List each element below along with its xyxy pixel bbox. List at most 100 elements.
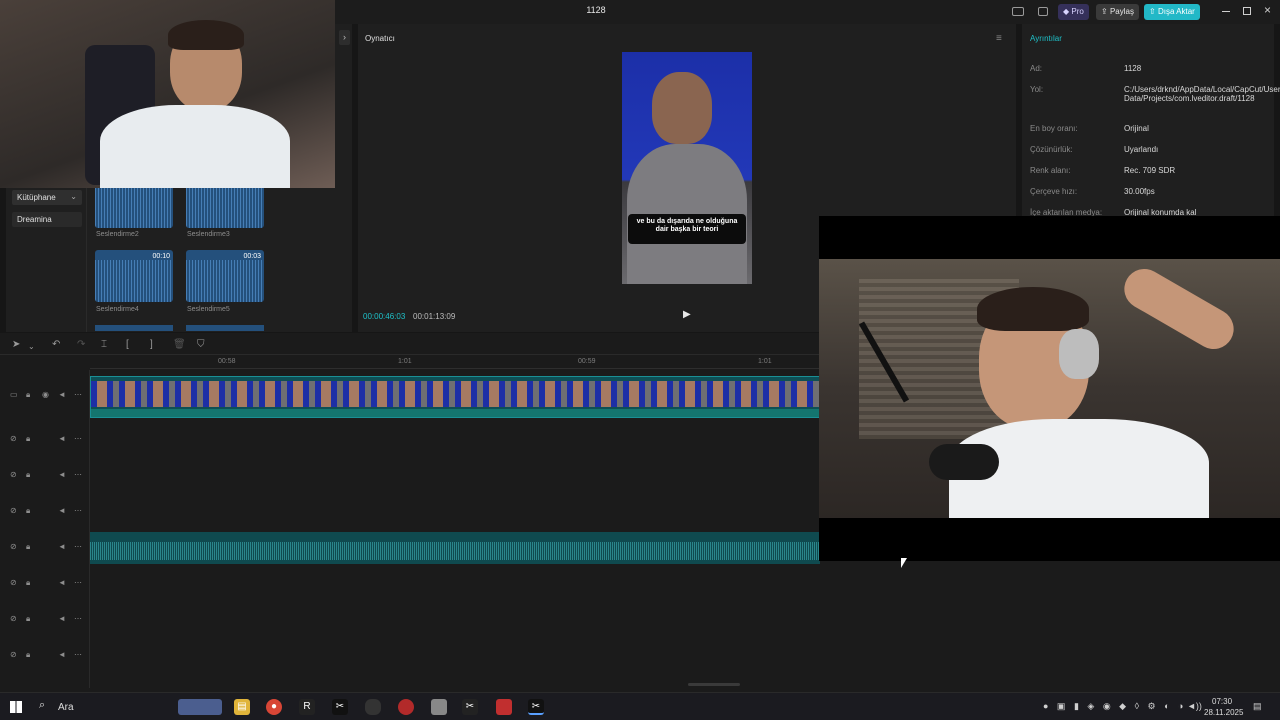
- media-name: Seslendirme5: [187, 306, 230, 313]
- capcut-alt-icon[interactable]: ✂: [462, 699, 478, 715]
- upload-icon: ⇧: [1149, 7, 1156, 16]
- sidebar-item-dreamina[interactable]: Dreamina: [12, 212, 82, 227]
- lock-icon[interactable]: 🔒︎: [26, 390, 30, 400]
- trim-left-icon[interactable]: [: [126, 339, 129, 350]
- undo-icon[interactable]: ↶: [52, 339, 60, 350]
- timeline-scrollbar[interactable]: [688, 683, 740, 686]
- chrome-icon[interactable]: ●: [266, 699, 282, 715]
- notification-icon[interactable]: ▤: [1253, 701, 1262, 712]
- track-header: ⊘ 🔒︎ ◄ ⋯: [6, 614, 90, 628]
- webcam-overlay-small: [0, 0, 335, 188]
- delete-icon[interactable]: 🗑: [173, 339, 186, 350]
- file-explorer-icon[interactable]: ▤: [234, 699, 250, 715]
- media-grid-divider: [86, 184, 87, 332]
- audio-icon[interactable]: ◄: [58, 470, 66, 479]
- volume-icon[interactable]: ◄)): [1187, 701, 1202, 711]
- more-icon[interactable]: ⋯: [74, 390, 82, 399]
- person-arm: [1117, 261, 1241, 357]
- lock-icon[interactable]: 🔒︎: [26, 614, 30, 624]
- close-icon[interactable]: ×: [1264, 3, 1271, 17]
- track-off-icon[interactable]: ⊘: [10, 434, 17, 443]
- share-button[interactable]: ⇪ Paylaş: [1096, 4, 1139, 20]
- audio-icon[interactable]: ◄: [58, 614, 66, 623]
- video-clip[interactable]: [90, 376, 820, 418]
- mouse-app-icon[interactable]: [365, 699, 381, 715]
- track-off-icon[interactable]: ⊘: [10, 578, 17, 587]
- taskbar-search[interactable]: Ara: [58, 702, 74, 713]
- taskbar: ⌕ Ara ▤ ● R ✂ ✂ ✂ ● ▣ ▮ ◈ ◉ ◆ ◊ ⚙ ◐ ◑ ◄)…: [0, 692, 1280, 720]
- more-icon[interactable]: ⋯: [74, 506, 82, 515]
- media-name: Seslendirme4: [96, 306, 139, 313]
- track-off-icon[interactable]: ⊘: [10, 614, 17, 623]
- search-icon[interactable]: ⌕: [39, 699, 45, 712]
- audio-icon[interactable]: ◄: [58, 650, 66, 659]
- lock-icon[interactable]: 🔒︎: [26, 578, 30, 588]
- webcam-overlay-large: [819, 216, 1280, 561]
- pro-button[interactable]: ◆ Pro: [1058, 4, 1089, 20]
- audio-icon[interactable]: ◄: [58, 542, 66, 551]
- audio-icon[interactable]: ◄: [58, 506, 66, 515]
- split-icon[interactable]: ⌶: [101, 339, 107, 350]
- media-duration: 00:03: [243, 253, 261, 260]
- system-tray-icons[interactable]: ● ▣ ▮ ◈ ◉ ◆ ◊ ⚙ ◐ ◑: [1043, 701, 1186, 712]
- more-icon[interactable]: ⋯: [74, 434, 82, 443]
- export-button[interactable]: ⇧ Dışa Aktar: [1144, 4, 1200, 20]
- widget-icon[interactable]: [178, 699, 222, 715]
- more-icon[interactable]: ⋯: [74, 470, 82, 479]
- shortcut-icon[interactable]: [1038, 7, 1048, 16]
- ruler-tick: 00:59: [578, 358, 596, 365]
- lock-icon[interactable]: 🔒︎: [26, 434, 30, 444]
- track-header: ⊘ 🔒︎ ◄ ⋯: [6, 470, 90, 484]
- chevron-down-icon[interactable]: ⌄: [28, 342, 35, 351]
- track-off-icon[interactable]: ⊘: [10, 542, 17, 551]
- ruler-tick: 1:01: [758, 358, 772, 365]
- minimize-icon[interactable]: [1222, 11, 1230, 12]
- cover-icon[interactable]: ▭: [10, 390, 18, 399]
- play-icon[interactable]: ▶: [683, 309, 691, 320]
- audio-icon[interactable]: ◄: [58, 578, 66, 587]
- lock-icon[interactable]: 🔒︎: [26, 542, 30, 552]
- capcut-active-icon[interactable]: ✂: [528, 699, 544, 715]
- media-thumb-seslendirme4[interactable]: 00:10: [95, 250, 173, 302]
- person-hair: [168, 20, 244, 50]
- microphone-app-icon[interactable]: [431, 699, 447, 715]
- r-app-icon[interactable]: R: [299, 699, 315, 715]
- clip-thumbnails: [91, 381, 819, 407]
- person-hair: [977, 287, 1089, 331]
- menu-icon[interactable]: ≡: [996, 33, 1002, 44]
- ruler-line: [90, 368, 820, 369]
- player-preview[interactable]: ve bu da dışarıda ne olduğuna dair başka…: [622, 52, 752, 284]
- lock-icon[interactable]: 🔒︎: [26, 650, 30, 660]
- eye-icon[interactable]: ◉: [42, 390, 49, 399]
- chevron-down-icon: ⌄: [70, 192, 77, 201]
- panel-toggle-button[interactable]: ›: [339, 30, 350, 45]
- more-icon[interactable]: ⋯: [74, 578, 82, 587]
- more-icon[interactable]: ⋯: [74, 614, 82, 623]
- maximize-icon[interactable]: [1243, 7, 1251, 15]
- track-off-icon[interactable]: ⊘: [10, 506, 17, 515]
- windows-start-icon[interactable]: [10, 701, 22, 713]
- video-app-icon[interactable]: [496, 699, 512, 715]
- layout-icon[interactable]: [1012, 7, 1024, 16]
- redo-icon[interactable]: ↷: [77, 339, 85, 350]
- person-shirt: [100, 105, 290, 188]
- audio-clip[interactable]: [90, 532, 820, 564]
- lock-icon[interactable]: 🔒︎: [26, 470, 30, 480]
- sidebar-item-library[interactable]: Kütüphane ⌄: [12, 190, 82, 205]
- clock-time: 07:30: [1212, 697, 1233, 706]
- more-icon[interactable]: ⋯: [74, 542, 82, 551]
- audio-waveform: [90, 542, 820, 560]
- media-thumb-seslendirme5[interactable]: 00:03: [186, 250, 264, 302]
- game-app-icon[interactable]: [398, 699, 414, 715]
- audio-icon[interactable]: ◄: [58, 390, 66, 399]
- capcut-icon[interactable]: ✂: [332, 699, 348, 715]
- select-tool-icon[interactable]: ➤: [12, 339, 20, 350]
- more-icon[interactable]: ⋯: [74, 650, 82, 659]
- lock-icon[interactable]: 🔒︎: [26, 506, 30, 516]
- details-title: Ayrıntılar: [1030, 34, 1062, 43]
- trim-right-icon[interactable]: ]: [150, 339, 153, 350]
- track-off-icon[interactable]: ⊘: [10, 470, 17, 479]
- audio-icon[interactable]: ◄: [58, 434, 66, 443]
- track-off-icon[interactable]: ⊘: [10, 650, 17, 659]
- shield-icon[interactable]: ⛉: [197, 339, 205, 350]
